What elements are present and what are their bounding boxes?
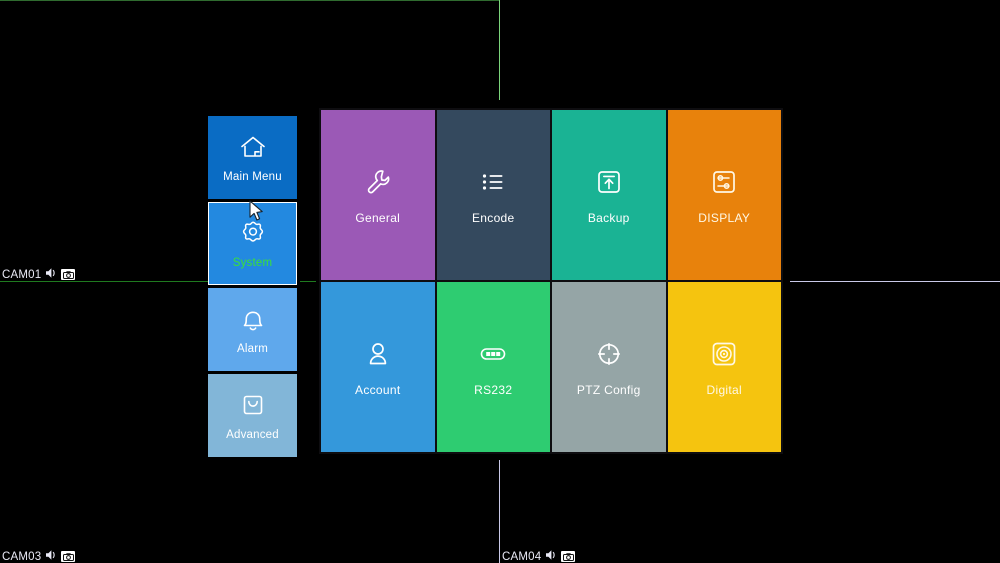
tile-general[interactable]: General: [321, 110, 435, 280]
tile-label: Digital: [706, 383, 742, 397]
quad-top-border-line: [0, 0, 500, 1]
speaker-icon: [45, 267, 58, 282]
tile-backup[interactable]: Backup: [552, 110, 666, 280]
upload-icon: [592, 165, 626, 199]
tile-label: RS232: [474, 383, 513, 397]
tile-label: DISPLAY: [698, 211, 751, 225]
camera-name-text: CAM03: [2, 550, 42, 563]
quad-horizontal-divider-left-segment: [300, 281, 316, 282]
category-system[interactable]: System: [208, 202, 297, 285]
tile-encode[interactable]: Encode: [436, 110, 550, 280]
category-label: Advanced: [226, 429, 279, 441]
speaker-icon: [545, 549, 558, 563]
user-icon: [361, 337, 395, 371]
category-alarm[interactable]: Alarm: [208, 288, 297, 371]
camera-osd-icons: [45, 267, 76, 282]
camera-name-text: CAM04: [502, 550, 542, 563]
camera-name-text: CAM01: [2, 268, 42, 281]
dvr-screen: CAM01 CAM03 CAM04 Main Menu System Alarm…: [0, 0, 1000, 563]
tile-label: Account: [355, 383, 401, 397]
tile-digital[interactable]: Digital: [667, 282, 781, 452]
snapshot-icon: [561, 551, 576, 562]
target-icon: [707, 337, 741, 371]
category-label: Alarm: [236, 343, 269, 355]
home-icon: [238, 132, 268, 162]
system-tile-grid: General Encode Backup DISPLAY Account RS…: [319, 108, 783, 454]
tile-label: General: [355, 211, 401, 225]
sliders-icon: [707, 165, 741, 199]
serial-icon: [476, 337, 510, 371]
category-label: Main Menu: [223, 171, 282, 183]
crosshair-icon: [592, 337, 626, 371]
bell-icon: [238, 304, 268, 334]
snapshot-icon: [61, 269, 76, 280]
camera-label-cam01: CAM01: [2, 267, 76, 282]
camera-label-cam04: CAM04: [502, 549, 576, 563]
tile-ptz-config[interactable]: PTZ Config: [552, 282, 666, 452]
quad-vertical-divider-bottom: [499, 460, 500, 563]
bag-icon: [238, 390, 268, 420]
camera-osd-icons: [45, 549, 76, 563]
tile-display[interactable]: DISPLAY: [667, 110, 781, 280]
camera-osd-icons: [545, 549, 576, 563]
category-label: System: [232, 257, 273, 269]
snapshot-icon: [61, 551, 76, 562]
speaker-icon: [45, 549, 58, 563]
tile-label: PTZ Config: [576, 383, 641, 397]
category-main-menu[interactable]: Main Menu: [208, 116, 297, 199]
tile-label: Backup: [587, 211, 630, 225]
wrench-icon: [361, 165, 395, 199]
list-icon: [476, 165, 510, 199]
gear-icon: [238, 218, 268, 248]
tile-account[interactable]: Account: [321, 282, 435, 452]
tile-label: Encode: [472, 211, 515, 225]
tile-rs232[interactable]: RS232: [436, 282, 550, 452]
quad-horizontal-divider-right: [790, 281, 1000, 282]
category-column: Main Menu System Alarm Advanced: [208, 116, 297, 457]
category-advanced[interactable]: Advanced: [208, 374, 297, 457]
quad-vertical-divider-top: [499, 0, 500, 100]
camera-label-cam03: CAM03: [2, 549, 76, 563]
